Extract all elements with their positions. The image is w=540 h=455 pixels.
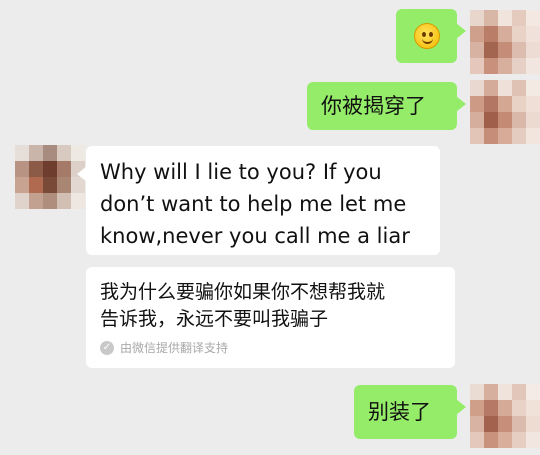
translation-line-1: 我为什么要骗你如果你不想帮我就 bbox=[100, 281, 386, 303]
message-text-line-3: know,never you call me a liar bbox=[100, 224, 410, 248]
outgoing-message-bubble[interactable]: 别装了 bbox=[354, 385, 466, 439]
message-text-line-1: Why will I lie to you? If you bbox=[100, 160, 382, 184]
incoming-message-bubble[interactable]: Why will I lie to you? If you don’t want… bbox=[77, 146, 440, 255]
avatar-self-3[interactable] bbox=[470, 384, 540, 448]
translation-line-2: 告诉我，永远不要叫我骗子 bbox=[100, 308, 329, 330]
message-text: 别装了 bbox=[368, 400, 431, 424]
avatar-self-2[interactable] bbox=[470, 80, 540, 144]
translation-bubble[interactable]: 我为什么要骗你如果你不想帮我就 告诉我，永远不要叫我骗子 ✓ 由微信提供翻译支持 bbox=[86, 267, 455, 368]
avatar-contact[interactable] bbox=[15, 145, 85, 209]
message-text-line-2: don’t want to help me let me bbox=[100, 192, 407, 216]
translation-caption-text: 由微信提供翻译支持 bbox=[120, 341, 229, 355]
message-text: 你被揭穿了 bbox=[321, 94, 426, 118]
check-circle-icon: ✓ bbox=[100, 340, 114, 355]
emoji-message-bubble[interactable] bbox=[396, 9, 466, 63]
translation-caption: ✓ 由微信提供翻译支持 bbox=[100, 339, 441, 356]
avatar-self-1[interactable] bbox=[470, 10, 540, 74]
outgoing-message-bubble[interactable]: 你被揭穿了 bbox=[307, 82, 466, 130]
smile-emoji-icon bbox=[413, 23, 440, 49]
